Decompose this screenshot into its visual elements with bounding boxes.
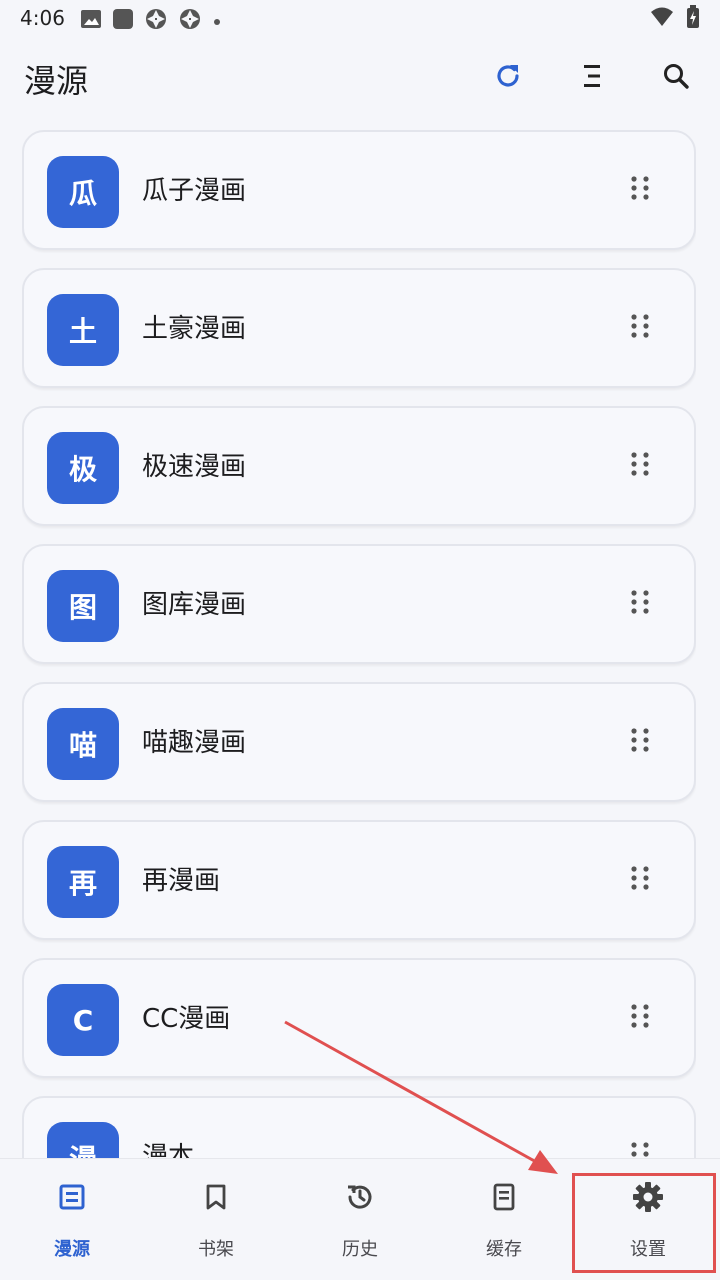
- drag-handle[interactable]: [618, 172, 662, 208]
- source-card[interactable]: 图 图库漫画: [22, 544, 696, 664]
- source-name: CC漫画: [142, 1004, 231, 1034]
- nav-label: 漫源: [54, 1239, 90, 1260]
- source-avatar: 漫: [47, 1122, 119, 1158]
- source-avatar: C: [47, 984, 119, 1056]
- refresh-icon: [493, 61, 523, 95]
- source-avatar: 土: [47, 294, 119, 366]
- annotation-highlight-box: [572, 1173, 716, 1273]
- aperture-notification-icon-2: [178, 7, 202, 35]
- battery-charging-icon: [686, 5, 700, 33]
- source-avatar: 再: [47, 846, 119, 918]
- history-icon: [344, 1181, 376, 1213]
- drag-handle-icon: [627, 865, 653, 895]
- system-icons: [650, 5, 700, 33]
- drag-handle-icon: [627, 1003, 653, 1033]
- nav-item-sources[interactable]: 漫源: [0, 1159, 144, 1280]
- drag-handle-icon: [627, 451, 653, 481]
- search-button[interactable]: [650, 52, 702, 104]
- nav-item-history[interactable]: 历史: [288, 1159, 432, 1280]
- source-avatar: 瓜: [47, 156, 119, 228]
- refresh-button[interactable]: [482, 52, 534, 104]
- drag-handle-icon: [627, 589, 653, 619]
- bookmark-icon: [200, 1181, 232, 1213]
- source-name: 土豪漫画: [142, 314, 247, 344]
- source-name: 图库漫画: [142, 590, 247, 620]
- app-notification-icon: [112, 8, 134, 34]
- source-name: 极速漫画: [142, 452, 247, 482]
- nav-label: 历史: [342, 1239, 378, 1260]
- page-title: 漫源: [24, 62, 89, 100]
- nav-item-bookshelf[interactable]: 书架: [144, 1159, 288, 1280]
- source-card[interactable]: 极 极速漫画: [22, 406, 696, 526]
- aperture-notification-icon: [144, 7, 168, 35]
- nav-label: 缓存: [486, 1239, 522, 1260]
- source-name: 喵趣漫画: [142, 728, 247, 758]
- source-card[interactable]: 喵 喵趣漫画: [22, 682, 696, 802]
- drag-handle[interactable]: [618, 586, 662, 622]
- search-icon: [662, 62, 690, 94]
- drag-handle[interactable]: [618, 1138, 662, 1158]
- cache-icon: [488, 1181, 520, 1213]
- drag-handle[interactable]: [618, 310, 662, 346]
- source-name: 再漫画: [142, 866, 221, 896]
- source-avatar: 图: [47, 570, 119, 642]
- drag-handle-icon: [627, 313, 653, 343]
- drag-handle[interactable]: [618, 448, 662, 484]
- source-icon: [56, 1181, 88, 1213]
- sort-button[interactable]: [566, 52, 618, 104]
- drag-handle-icon: [627, 727, 653, 757]
- source-card[interactable]: C CC漫画: [22, 958, 696, 1078]
- source-name: 瓜子漫画: [142, 176, 247, 206]
- source-card[interactable]: 漫 漫本: [22, 1096, 696, 1158]
- nav-item-cache[interactable]: 缓存: [432, 1159, 576, 1280]
- source-list[interactable]: 瓜 瓜子漫画 土 土豪漫画 极 极速漫画 图 图库漫画 喵 喵趣漫画 再 再漫画…: [22, 130, 696, 1158]
- source-card[interactable]: 再 再漫画: [22, 820, 696, 940]
- drag-handle[interactable]: [618, 724, 662, 760]
- status-time: 4:06: [20, 6, 65, 30]
- notification-icons: [80, 7, 222, 35]
- drag-handle-icon: [627, 1141, 653, 1158]
- source-name: 漫本: [142, 1142, 195, 1158]
- nav-label: 书架: [198, 1239, 234, 1260]
- drag-handle[interactable]: [618, 862, 662, 898]
- image-notification-icon: [80, 8, 102, 34]
- source-avatar: 极: [47, 432, 119, 504]
- drag-handle[interactable]: [618, 1000, 662, 1036]
- wifi-icon: [650, 6, 674, 32]
- drag-handle-icon: [627, 175, 653, 205]
- source-avatar: 喵: [47, 708, 119, 780]
- source-card[interactable]: 土 土豪漫画: [22, 268, 696, 388]
- app-bar: 漫源: [0, 40, 720, 116]
- status-bar: 4:06: [0, 0, 720, 36]
- source-card[interactable]: 瓜 瓜子漫画: [22, 130, 696, 250]
- more-notifications-dot-icon: [212, 12, 222, 31]
- sort-icon: [580, 62, 604, 94]
